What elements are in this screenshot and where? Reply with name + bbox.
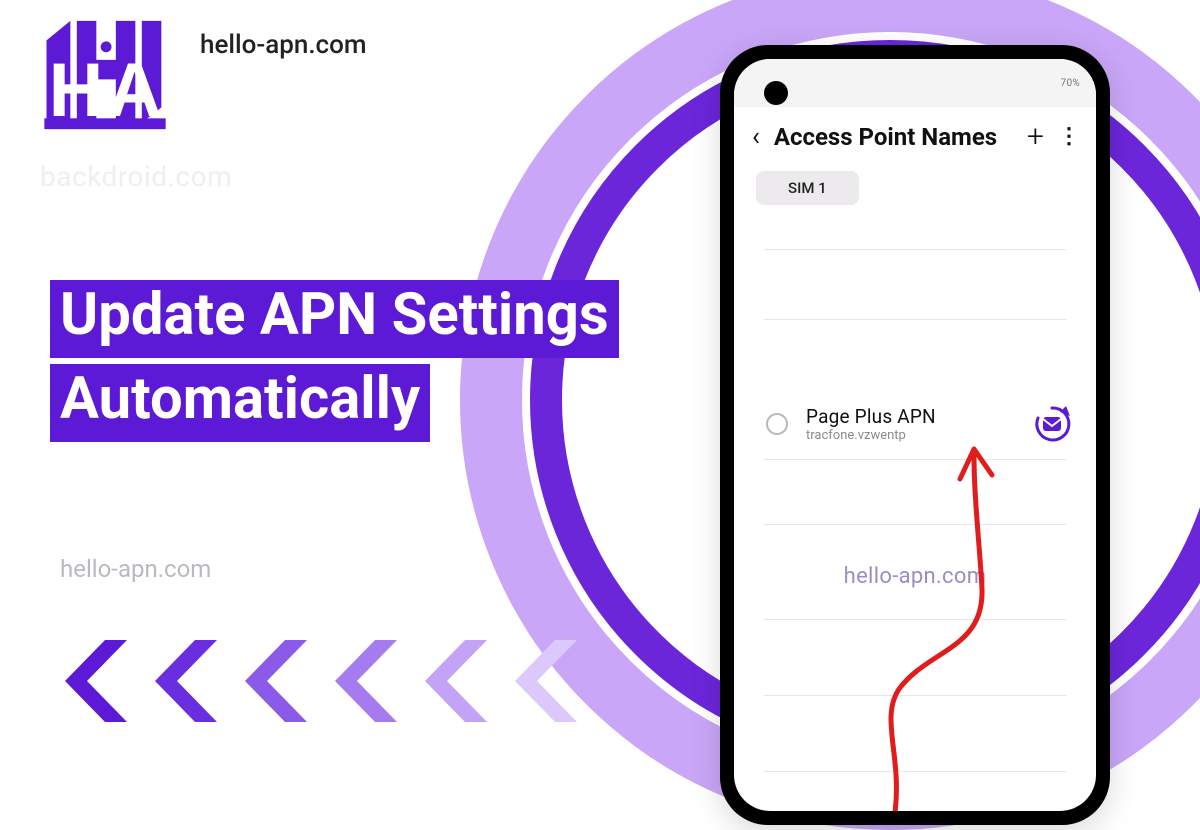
headline-line-2: Automatically <box>50 364 430 442</box>
phone-mockup: 70% ‹ Access Point Names + ⋮ SIM 1 Page … <box>720 45 1110 825</box>
svg-text:A: A <box>107 48 162 133</box>
hand-drawn-arrow <box>874 439 1014 811</box>
list-divider <box>764 319 1066 320</box>
sim-tab[interactable]: SIM 1 <box>756 171 859 205</box>
brand-url: hello-apn.com <box>200 30 367 60</box>
apn-item-subtitle: tracfone.vzwentp <box>806 428 1014 443</box>
apn-list-item[interactable]: Page Plus APN tracfone.vzwentp <box>766 404 1072 444</box>
apn-item-title: Page Plus APN <box>806 405 1014 428</box>
chevron-left-icon <box>145 640 217 722</box>
apn-text-block: Page Plus APN tracfone.vzwentp <box>806 405 1014 443</box>
list-divider <box>764 249 1066 250</box>
add-apn-button[interactable]: + <box>1027 119 1044 154</box>
punch-hole-camera <box>764 81 788 105</box>
page-title: Access Point Names <box>774 123 997 151</box>
screen-watermark: hello-apn.com <box>734 564 1096 589</box>
refresh-mail-icon <box>1032 404 1072 444</box>
headline-text-2: Automatically <box>50 364 430 442</box>
chevron-left-icon <box>415 640 487 722</box>
brand-logo: H A <box>40 10 170 140</box>
chevron-row <box>55 640 577 722</box>
apn-header: ‹ Access Point Names + ⋮ <box>734 119 1096 154</box>
radio-unselected-icon[interactable] <box>766 413 788 435</box>
list-divider <box>764 619 1066 620</box>
list-divider <box>764 695 1066 696</box>
mid-watermark: hello-apn.com <box>60 555 211 583</box>
phone-screen: 70% ‹ Access Point Names + ⋮ SIM 1 Page … <box>734 59 1096 811</box>
more-menu-icon[interactable]: ⋮ <box>1058 124 1078 149</box>
list-divider <box>764 524 1066 525</box>
chevron-left-icon <box>325 640 397 722</box>
status-bar: 70% <box>734 59 1096 107</box>
list-divider <box>764 771 1066 772</box>
battery-percent: 70% <box>1061 78 1080 89</box>
chevron-left-icon <box>505 640 577 722</box>
chevron-left-icon <box>55 640 127 722</box>
chevron-left-icon <box>235 640 307 722</box>
list-divider <box>764 459 1066 460</box>
back-icon[interactable]: ‹ <box>752 122 760 152</box>
headline-line-1: Update APN Settings <box>50 280 619 358</box>
faint-watermark: backdroid.com <box>40 160 232 193</box>
headline-text-1: Update APN Settings <box>50 280 619 358</box>
svg-text:H: H <box>49 48 104 133</box>
